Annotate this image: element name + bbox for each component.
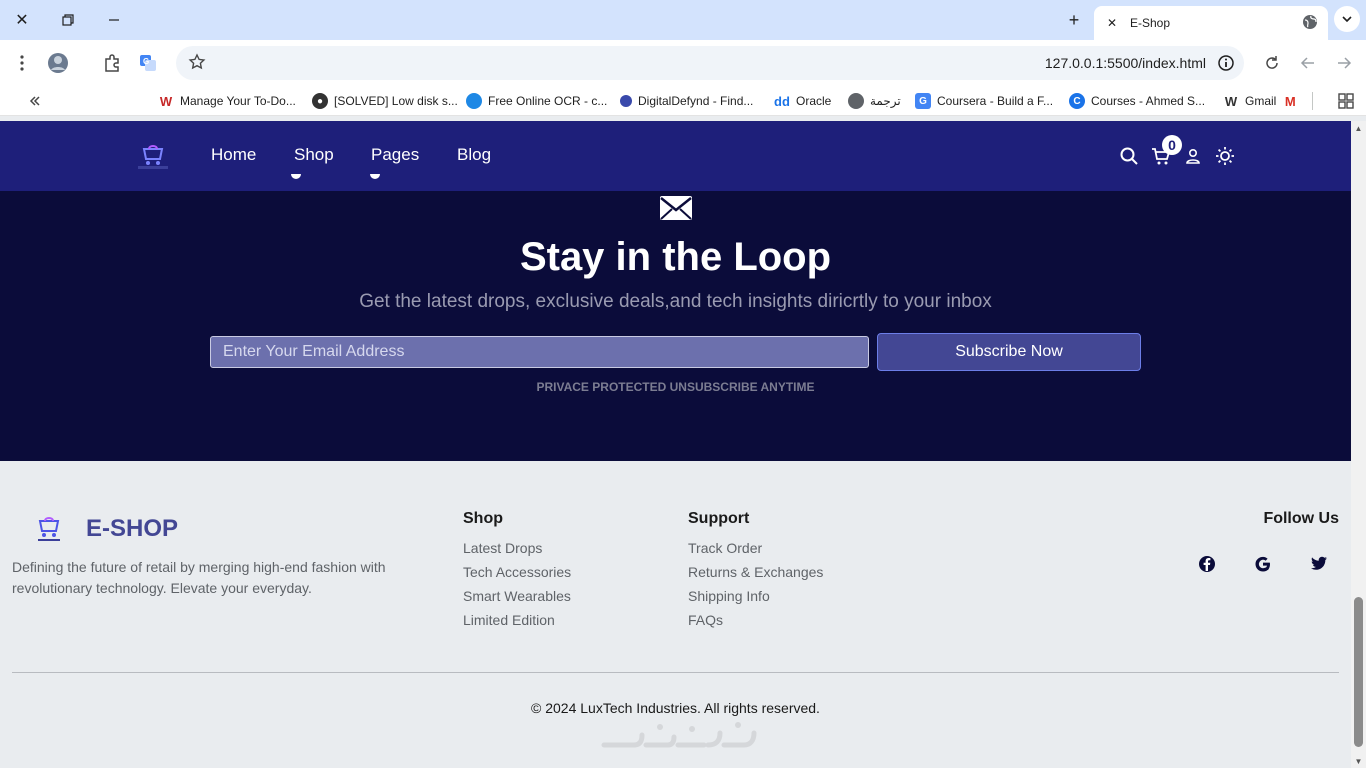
bookmark-item[interactable]: Free Online OCR - c... [466,92,607,110]
profile-avatar[interactable] [46,51,70,75]
copyright-text: © 2024 LuxTech Industries. All rights re… [531,700,820,716]
cart-count-badge: 0 [1162,135,1182,155]
scrollbar-thumb[interactable] [1354,597,1363,747]
twitter-icon[interactable] [1309,554,1329,574]
translate-extension-icon[interactable]: G [136,51,160,75]
footer-link[interactable]: Limited Edition [463,612,571,636]
site-navbar: Home Shop Pages Blog 0 [0,121,1351,191]
nav-shop[interactable]: Shop [294,145,334,165]
globe-icon [1302,14,1318,33]
user-icon[interactable] [1182,145,1204,167]
address-bar[interactable]: 127.0.0.1:5500/index.html [176,46,1244,80]
bookmark-favicon-icon: C [1069,93,1085,109]
sun-icon[interactable] [1214,145,1236,167]
bookmark-favicon-icon: W [158,93,174,109]
google-icon[interactable] [1253,554,1273,574]
browser-tab-bar: ✕ + ✕ E-Shop [0,0,1366,40]
footer-support-links: Track Order Returns & Exchanges Shipping… [688,540,823,636]
gmail-icon: M [1282,93,1299,109]
scroll-up-icon[interactable]: ▲ [1354,124,1363,133]
footer-link[interactable]: Track Order [688,540,823,564]
footer-description: Defining the future of retail by merging… [12,559,386,596]
bookmark-item[interactable]: dd Oracle [774,92,831,110]
footer-support-title: Support [688,510,750,527]
search-icon[interactable] [1118,145,1140,167]
page-scrollbar[interactable]: ▲ ▼ [1351,121,1366,768]
bookmark-item[interactable]: W Manage Your To-Do... [158,92,296,110]
tab-search-button[interactable] [1334,6,1360,32]
newsletter-subtitle: Get the latest drops, exclusive deals,an… [359,291,992,312]
footer-link[interactable]: Returns & Exchanges [688,564,823,588]
nav-blog[interactable]: Blog [457,145,491,165]
globe-icon [466,93,482,109]
menu-dots-icon[interactable] [10,51,34,75]
nav-pages[interactable]: Pages [371,145,419,165]
all-bookmarks-icon[interactable] [1338,92,1354,110]
url-text: 127.0.0.1:5500/index.html [1044,55,1206,71]
footer-shop-title: Shop [463,510,503,527]
footer-link[interactable]: Latest Drops [463,540,571,564]
svg-text:G: G [143,57,149,66]
collapse-bookmarks-icon[interactable] [28,92,42,110]
bookmark-favicon-icon [620,95,632,107]
footer-divider [12,672,1339,673]
bookmark-item[interactable]: G Coursera - Build a F... [915,92,1053,110]
translate-icon: G [915,93,931,109]
reload-icon[interactable] [1260,51,1284,75]
extensions-icon[interactable] [100,51,124,75]
bookmark-favicon-icon: dd [774,93,790,109]
close-window-icon[interactable]: ✕ [8,8,36,32]
bookmark-divider [1312,92,1313,110]
nav-dropdown-indicator [370,174,380,179]
new-tab-button[interactable]: + [1062,8,1086,32]
scroll-down-icon[interactable]: ▼ [1354,757,1363,766]
bookmark-item[interactable]: C Courses - Ahmed S... [1069,92,1205,110]
bookmark-item[interactable]: W Gmail M [1223,92,1304,110]
bookmark-item[interactable]: ● [SOLVED] Low disk s... [312,92,458,110]
footer-link[interactable]: Smart Wearables [463,588,571,612]
site-logo[interactable] [136,139,170,171]
footer-shop-links: Latest Drops Tech Accessories Smart Wear… [463,540,571,636]
newsletter-title: Stay in the Loop [519,235,832,279]
globe-icon [848,93,864,109]
page-viewport: Home Shop Pages Blog 0 Stay in the Loop … [0,121,1351,768]
forward-arrow-icon[interactable] [1332,51,1356,75]
privacy-note: PRIVACE PROTECTED UNSUBSCRIBE ANYTIME [536,380,815,394]
nav-dropdown-indicator [291,174,301,179]
site-info-icon[interactable] [1216,53,1236,78]
minimize-window-icon[interactable] [100,8,128,32]
footer-link[interactable]: Tech Accessories [463,564,571,588]
browser-tab[interactable]: ✕ E-Shop [1094,6,1328,40]
footer-link[interactable]: FAQs [688,612,823,636]
subscribe-button[interactable]: Subscribe Now [877,333,1141,371]
footer-logo[interactable] [32,513,66,545]
khamsat-watermark-logo [600,717,766,757]
email-input[interactable] [210,336,869,368]
browser-toolbar: G 127.0.0.1:5500/index.html [0,40,1366,86]
bookmark-favicon-icon: W [1223,93,1239,109]
tab-title: E-Shop [1130,16,1171,30]
footer-brand: E-SHOP [86,515,179,542]
bookmark-star-icon[interactable] [188,53,206,76]
bookmark-item[interactable]: DigitalDefynd - Find... [620,92,753,110]
back-arrow-icon[interactable] [1296,51,1320,75]
mail-icon [659,195,693,226]
follow-us-title: Follow Us [1263,510,1339,527]
facebook-icon[interactable] [1197,554,1217,574]
footer-link[interactable]: Shipping Info [688,588,823,612]
site-footer: E-SHOP Defining the future of retail by … [0,461,1351,768]
bookmarks-bar: W Manage Your To-Do... ● [SOLVED] Low di… [0,86,1366,116]
bookmark-favicon-icon: ● [312,93,328,109]
newsletter-section: Stay in the Loop Get the latest drops, e… [0,191,1351,461]
nav-home[interactable]: Home [211,145,256,165]
close-tab-icon[interactable]: ✕ [1104,16,1120,30]
restore-window-icon[interactable] [54,8,82,32]
bookmark-item[interactable]: ترجمة [848,92,901,110]
